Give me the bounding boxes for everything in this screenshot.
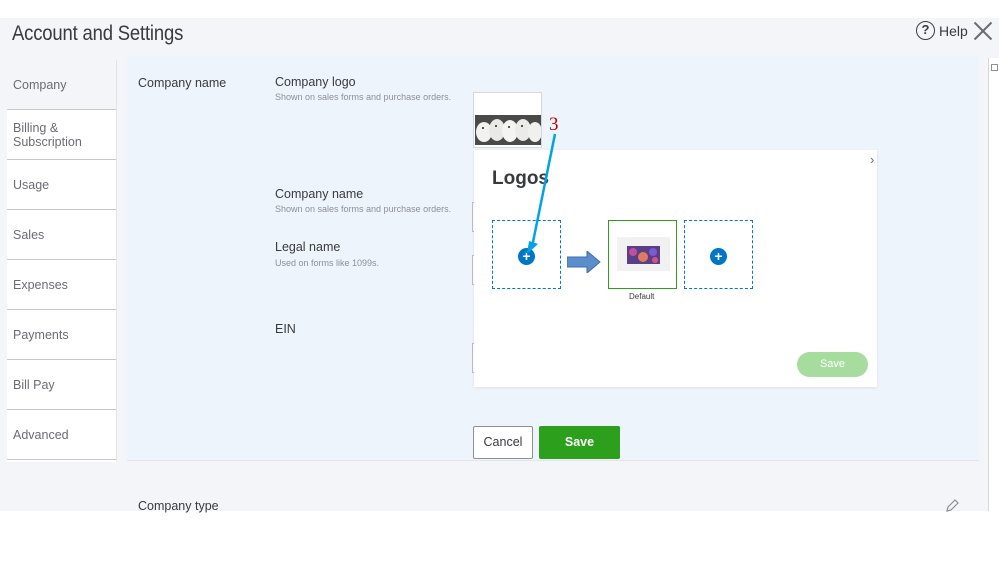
- company-logo-label: Company logo: [275, 75, 356, 89]
- add-logo-plus-icon[interactable]: +: [710, 248, 727, 265]
- legal-name-hint: Used on forms like 1099s.: [275, 258, 380, 268]
- sidebar-item-advanced[interactable]: Advanced: [7, 410, 116, 460]
- legal-name-label: Legal name: [275, 240, 341, 254]
- add-logo-plus-icon[interactable]: +: [518, 248, 535, 265]
- save-button[interactable]: Save: [539, 426, 620, 459]
- sidebar-item-sales[interactable]: Sales: [7, 210, 116, 260]
- logo-upload-slot-right[interactable]: +: [684, 220, 753, 289]
- ein-label: EIN: [275, 322, 296, 336]
- company-logo-hint: Shown on sales forms and purchase orders…: [275, 92, 452, 102]
- logos-dialog-title: Logos: [492, 168, 549, 189]
- sidebar-item-expenses[interactable]: Expenses: [7, 260, 116, 310]
- default-logo-thumbnail: [617, 237, 670, 271]
- scroll-up-icon[interactable]: [991, 64, 998, 71]
- sidebar-item-company[interactable]: Company: [7, 60, 116, 110]
- sidebar-item-bill-pay[interactable]: Bill Pay: [7, 360, 116, 410]
- chevron-right-icon[interactable]: ›: [870, 152, 874, 167]
- company-logo-preview[interactable]: [473, 92, 542, 148]
- annotation-step-number: 3: [549, 114, 559, 135]
- sidebar-item-usage[interactable]: Usage: [7, 160, 116, 210]
- section-title: Company name: [138, 76, 227, 90]
- help-link[interactable]: ? Help: [916, 21, 968, 40]
- sidebar-item-billing[interactable]: Billing & Subscription: [7, 110, 116, 160]
- cancel-button[interactable]: Cancel: [473, 426, 533, 459]
- question-circle-icon[interactable]: ?: [916, 21, 935, 40]
- sidebar-item-payments[interactable]: Payments: [7, 310, 116, 360]
- section-divider: [127, 460, 979, 461]
- logo-thumbnail-image: [627, 246, 660, 264]
- default-logo-slot[interactable]: [608, 220, 677, 289]
- logos-dialog: Logos › + Default + Save: [474, 150, 877, 387]
- settings-sidebar: Company Billing & Subscription Usage Sal…: [7, 60, 117, 462]
- page-title: Account and Settings: [12, 22, 184, 45]
- help-label[interactable]: Help: [939, 23, 968, 39]
- vertical-scrollbar[interactable]: [988, 58, 999, 511]
- logo-photo-image: [475, 115, 541, 145]
- pencil-edit-icon[interactable]: [945, 499, 959, 513]
- logo-upload-slot-left[interactable]: +: [492, 220, 561, 289]
- company-name-label: Company name: [275, 187, 364, 201]
- default-logo-label: Default: [629, 292, 655, 301]
- close-icon[interactable]: [971, 19, 995, 43]
- company-name-hint: Shown on sales forms and purchase orders…: [275, 204, 452, 214]
- logos-save-button[interactable]: Save: [797, 352, 868, 377]
- arrow-right-icon: [567, 251, 601, 273]
- company-type-section-title: Company type: [138, 499, 219, 513]
